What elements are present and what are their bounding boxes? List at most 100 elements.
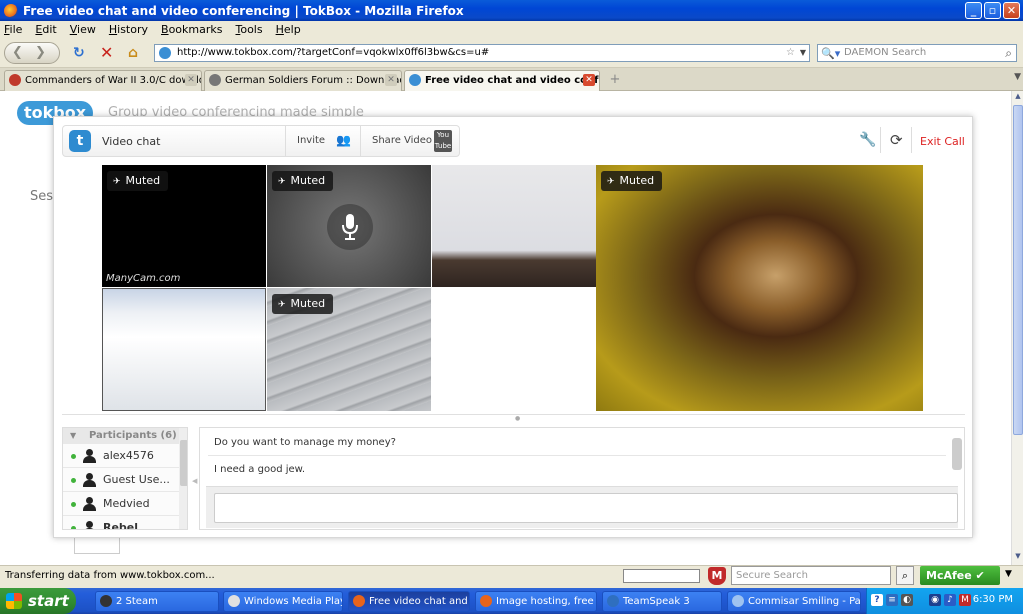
participant-row[interactable]: Medvied — [63, 492, 187, 516]
tab-list-icon[interactable]: ▼ — [1014, 72, 1021, 82]
taskbar-item-firefox-tokbox[interactable]: Free video chat and ... — [348, 591, 470, 612]
mute-pin-icon: ✈ — [113, 177, 121, 187]
manycam-watermark: ManyCam.com — [106, 273, 181, 284]
bookmark-star-icon[interactable]: ☆ — [786, 45, 795, 61]
search-input[interactable]: 🔍▾ DAEMON Search ⌕ — [817, 44, 1017, 62]
settings-wrench-icon[interactable]: 🔧 — [859, 132, 876, 148]
session-label: Ses — [30, 189, 54, 204]
tokbox-t-icon: t — [69, 130, 91, 152]
chat-input-area — [206, 486, 958, 528]
video-tile-2[interactable]: ✈ Muted — [267, 165, 431, 287]
chat-scrollbar[interactable] — [952, 430, 962, 484]
tab-tokbox[interactable]: Free video chat and video confer... ✕ — [404, 70, 600, 91]
close-window-button[interactable]: ✕ — [1003, 2, 1020, 19]
network-tray-icon[interactable]: ≡ — [886, 594, 898, 606]
menu-view[interactable]: View — [70, 23, 96, 36]
video-chat-panel: t Video chat Invite 👥 Share Video You Tu… — [53, 116, 973, 538]
tab-close-icon[interactable]: ✕ — [583, 74, 595, 86]
page-box — [74, 538, 120, 554]
video-tile-5[interactable] — [102, 288, 266, 411]
participants-header[interactable]: ▼ Participants (6) — [63, 428, 187, 444]
mute-pin-icon: ✈ — [278, 177, 286, 187]
taskbar: start 2 Steam Windows Media Player Free … — [0, 588, 1023, 614]
mcafee-dropdown-icon[interactable]: ▼ — [1005, 569, 1012, 579]
maximize-button[interactable]: ▫ — [984, 2, 1001, 19]
microphone-icon — [327, 204, 373, 250]
taskbar-item-steam[interactable]: 2 Steam — [95, 591, 219, 612]
tab-favicon-icon — [9, 74, 21, 86]
search-placeholder: DAEMON Search — [844, 47, 927, 58]
window-title: Free video chat and video conferencing |… — [23, 3, 464, 18]
participant-row[interactable]: Guest Use... — [63, 468, 187, 492]
menu-bookmarks[interactable]: Bookmarks — [161, 23, 222, 36]
address-bar[interactable]: http://www.tokbox.com/?targetConf=vqokwl… — [154, 44, 810, 62]
mcafee-tray-icon[interactable]: M — [959, 594, 971, 606]
menu-bar: File Edit View History Bookmarks Tools H… — [0, 21, 1023, 38]
taskbar-item-media-player[interactable]: Windows Media Player — [223, 591, 343, 612]
menu-tools[interactable]: Tools — [235, 23, 262, 36]
clock[interactable]: 6:30 PM — [973, 594, 1013, 605]
video-tile-3[interactable] — [432, 165, 596, 287]
page-scrollbar[interactable]: ▲ ▼ — [1011, 91, 1023, 565]
chat-input[interactable] — [214, 493, 958, 523]
home-icon[interactable]: ⌂ — [128, 45, 138, 61]
menu-file[interactable]: File — [4, 23, 22, 36]
mcafee-shield-icon[interactable]: M — [708, 567, 726, 585]
steam-tray-icon[interactable]: ◐ — [901, 594, 913, 606]
start-button[interactable]: start — [0, 588, 76, 614]
taskbar-item-teamspeak[interactable]: TeamSpeak 3 — [602, 591, 722, 612]
menu-edit[interactable]: Edit — [35, 23, 56, 36]
panel-divider[interactable]: ● — [62, 414, 965, 422]
tab-commanders-of-war[interactable]: Commanders of War II 3.0/C download... ✕ — [4, 70, 202, 91]
volume-tray-icon[interactable]: ♪ — [944, 594, 956, 606]
invite-button[interactable]: Invite — [297, 135, 325, 146]
url-dropdown-icon[interactable]: ▼ — [800, 45, 806, 61]
back-arrow-icon[interactable]: ❮ — [12, 45, 23, 60]
forward-arrow-icon[interactable]: ❯ — [35, 45, 46, 60]
video-tile-1[interactable]: ✈ Muted ManyCam.com — [102, 165, 266, 287]
people-icon[interactable]: 👥 — [336, 133, 351, 147]
muted-badge: ✈ Muted — [601, 171, 663, 191]
taskbar-item-image-hosting[interactable]: Image hosting, free ... — [475, 591, 597, 612]
taskbar-item-paint[interactable]: Commisar Smiling - Paint — [727, 591, 861, 612]
refresh-icon[interactable]: ⟳ — [890, 131, 903, 149]
mute-pin-icon: ✈ — [278, 300, 286, 310]
resize-handle[interactable]: ◀ — [192, 477, 197, 485]
stop-icon[interactable]: ✕ — [100, 43, 113, 62]
muted-badge: ✈ Muted — [272, 171, 334, 191]
mcafee-button[interactable]: McAfee ✔ — [920, 566, 1000, 585]
window-title-bar[interactable]: Free video chat and video conferencing |… — [0, 0, 1023, 21]
secure-search-go-icon[interactable]: ⌕ — [896, 566, 914, 585]
page-content: tokbox Group video conferencing made sim… — [0, 91, 1011, 565]
tab-german-soldiers-forum[interactable]: German Soldiers Forum :: Download - G...… — [204, 70, 402, 91]
chat-message: I need a good jew. — [214, 464, 306, 475]
participant-row[interactable]: Rebel — [63, 516, 187, 529]
menu-history[interactable]: History — [109, 23, 148, 36]
participant-row[interactable]: alex4576 — [63, 444, 187, 468]
video-tile-6[interactable]: ✈ Muted — [267, 288, 431, 411]
new-tab-button[interactable]: + — [604, 72, 626, 90]
reload-icon[interactable]: ↻ — [73, 45, 85, 61]
menu-help[interactable]: Help — [276, 23, 301, 36]
secure-search-input[interactable]: Secure Search — [731, 566, 891, 585]
tab-bar: Commanders of War II 3.0/C download... ✕… — [0, 68, 1023, 91]
teamspeak-tray-icon[interactable]: ◉ — [929, 594, 941, 606]
exit-call-button[interactable]: Exit Call — [920, 135, 965, 148]
search-engine-icon[interactable]: 🔍▾ — [821, 46, 840, 62]
tab-close-icon[interactable]: ✕ — [185, 74, 197, 86]
youtube-icon[interactable]: You Tube — [434, 130, 452, 152]
online-status-icon — [71, 502, 76, 507]
minimize-button[interactable]: _ — [965, 2, 982, 19]
tab-label: Free video chat and video confer... — [425, 75, 599, 86]
video-chat-header: t Video chat Invite 👥 Share Video You Tu… — [62, 125, 460, 157]
online-status-icon — [71, 478, 76, 483]
video-tile-4[interactable]: ✈ Muted — [596, 165, 923, 411]
chat-panel: Do you want to manage my money? I need a… — [199, 427, 965, 530]
share-video-button[interactable]: Share Video — [372, 135, 432, 146]
collapse-triangle-icon[interactable]: ▼ — [70, 428, 76, 444]
participants-scrollbar[interactable] — [179, 428, 187, 529]
tab-close-icon[interactable]: ✕ — [385, 74, 397, 86]
help-tray-icon[interactable]: ? — [871, 594, 883, 606]
search-go-icon[interactable]: ⌕ — [1005, 45, 1012, 61]
mute-pin-icon: ✈ — [607, 177, 615, 187]
